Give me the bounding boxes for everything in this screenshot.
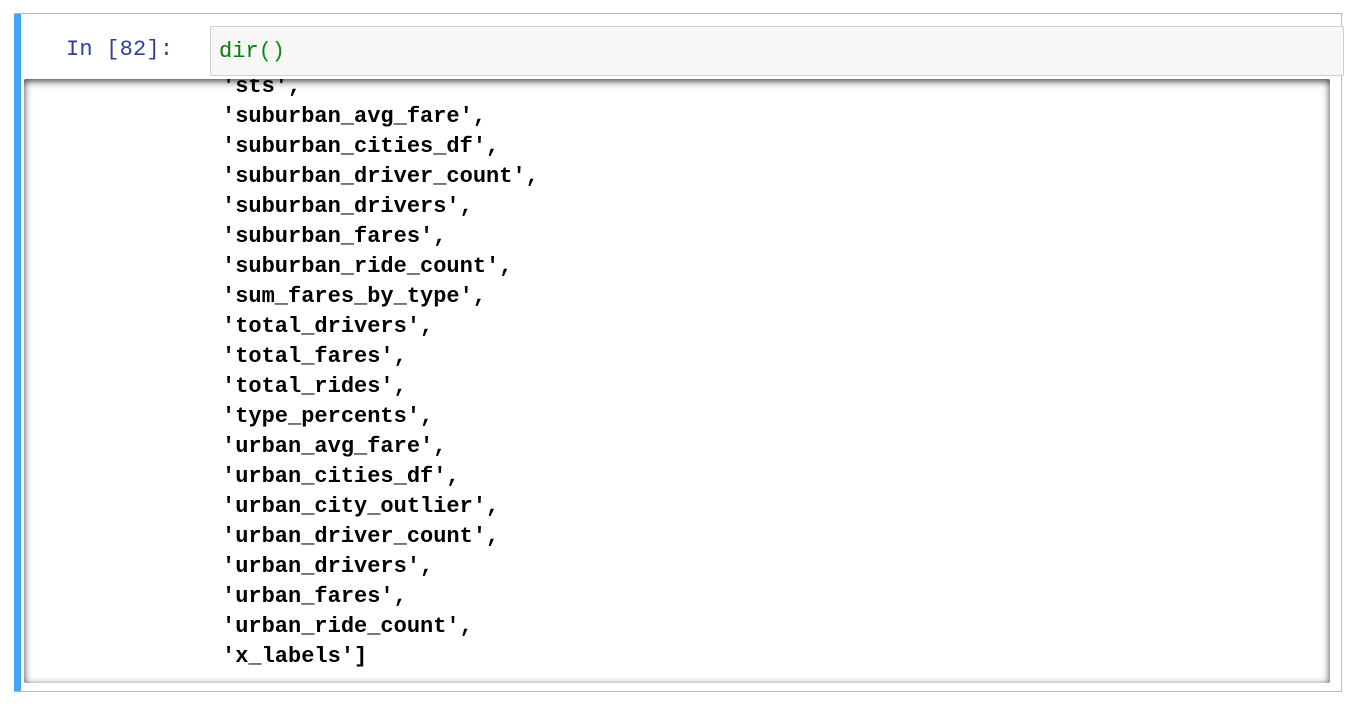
input-prompt: In [82]: <box>66 37 174 62</box>
notebook-code-cell[interactable]: In [82]: dir() 'sts', 'suburban_avg_fare… <box>14 13 1344 692</box>
output-line: 'urban_fares', <box>222 584 407 609</box>
output-line: 'total_rides', <box>222 374 407 399</box>
output-line: 'suburban_driver_count', <box>222 164 539 189</box>
output-line: 'sts', <box>222 79 302 99</box>
code-input-area[interactable]: dir() <box>210 26 1344 76</box>
output-line: 'urban_driver_count', <box>222 524 500 549</box>
output-line: 'x_labels'] <box>222 644 368 669</box>
output-line: 'urban_city_outlier', <box>222 494 500 519</box>
output-line: 'urban_drivers', <box>222 554 434 579</box>
output-line: 'suburban_ride_count', <box>222 254 513 279</box>
output-line: 'total_drivers', <box>222 314 434 339</box>
code-text[interactable]: dir() <box>219 38 285 66</box>
output-line: 'suburban_drivers', <box>222 194 473 219</box>
output-line: 'urban_ride_count', <box>222 614 473 639</box>
output-line: 'suburban_avg_fare', <box>222 104 487 129</box>
output-line: 'urban_cities_df', <box>222 464 460 489</box>
code-function-name: dir <box>219 39 259 64</box>
selected-cell-indicator <box>14 14 21 691</box>
code-parens: () <box>258 39 286 64</box>
output-text: 'sts', 'suburban_avg_fare', 'suburban_ci… <box>222 79 539 672</box>
output-line: 'urban_avg_fare', <box>222 434 447 459</box>
output-line: 'suburban_cities_df', <box>222 134 500 159</box>
output-line: 'type_percents', <box>222 404 434 429</box>
output-line: 'suburban_fares', <box>222 224 447 249</box>
output-line: 'sum_fares_by_type', <box>222 284 487 309</box>
output-line: 'total_fares', <box>222 344 407 369</box>
scrolled-output-area[interactable]: 'sts', 'suburban_avg_fare', 'suburban_ci… <box>24 79 1330 683</box>
